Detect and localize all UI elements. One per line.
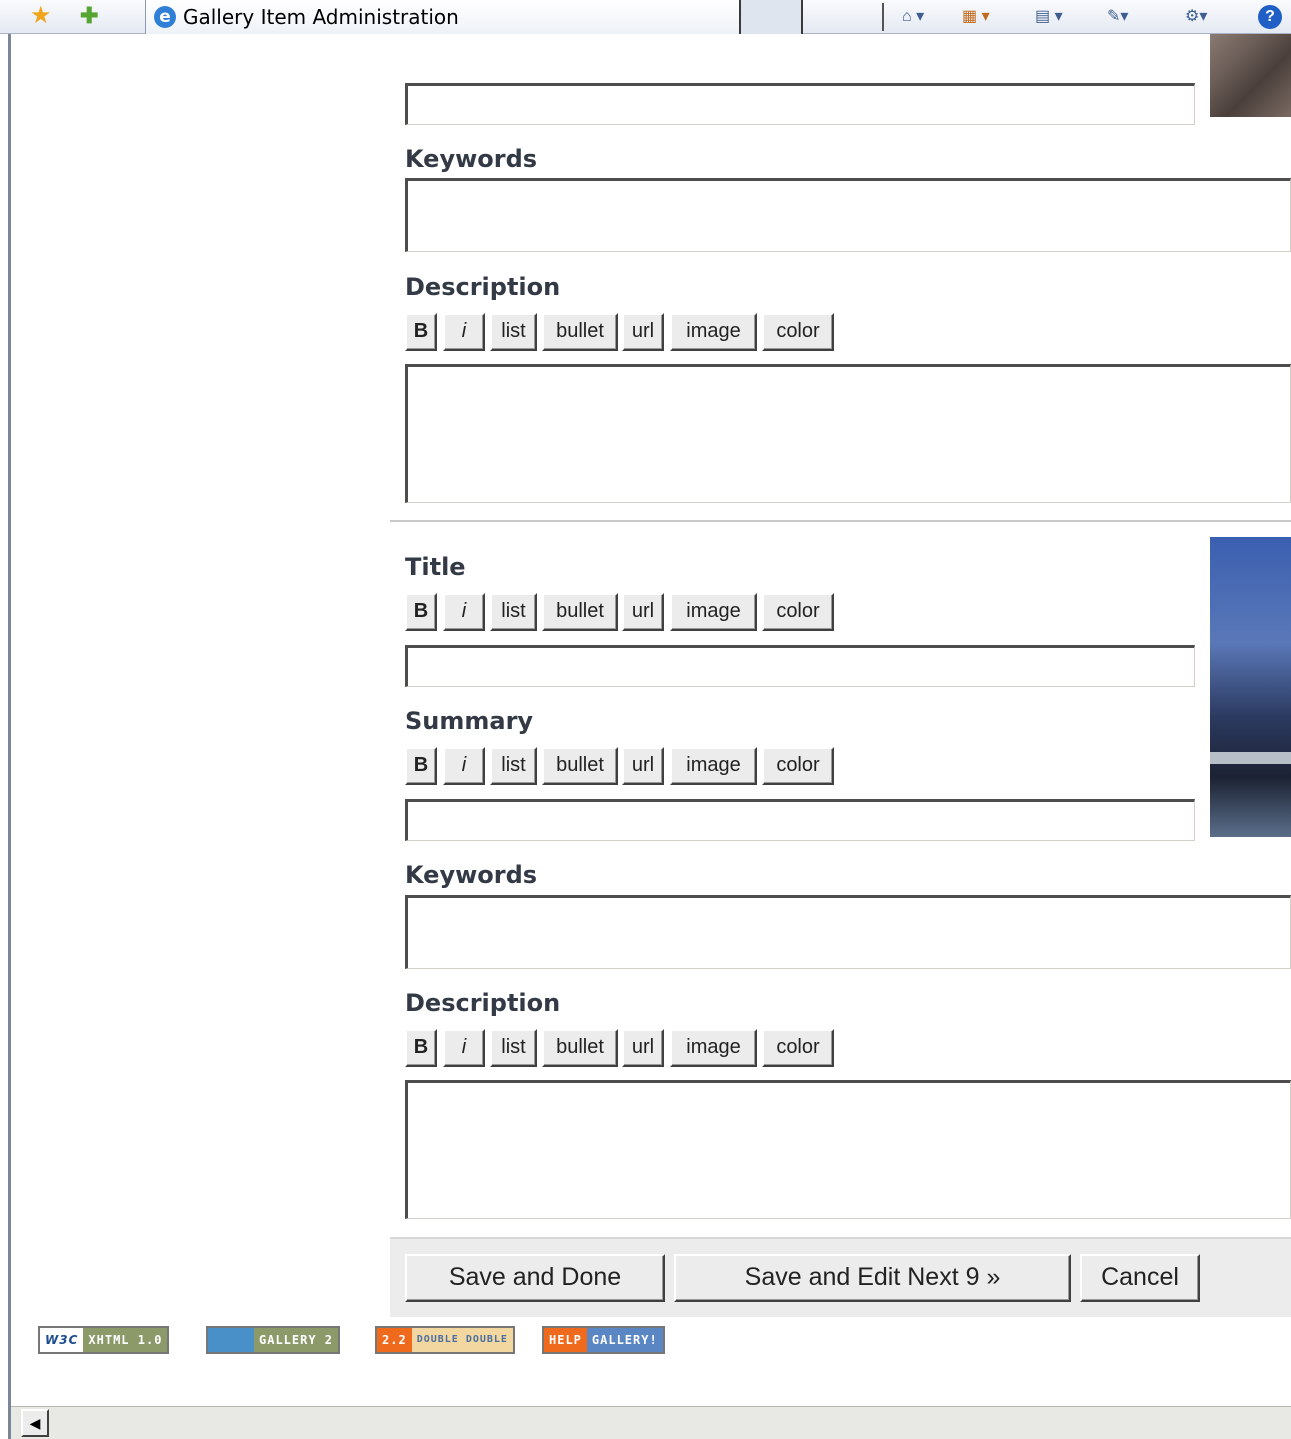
italic-button[interactable]: i [443,747,485,785]
help-gallery-badge[interactable]: HELP GALLERY! [542,1326,665,1354]
title-input[interactable] [405,645,1195,687]
browser-tab[interactable]: e Gallery Item Administration [145,0,741,34]
help-icon[interactable]: ? [1258,5,1282,29]
keywords-textarea[interactable] [405,178,1291,252]
w3c-logo-text: W3C [40,1328,84,1352]
favorites-star-icon[interactable]: ★ [30,2,52,30]
browser-toolbar: ★ ✚ e Gallery Item Administration ⌂ ▾ ▦ … [0,0,1291,34]
cancel-button[interactable]: Cancel [1080,1254,1200,1302]
italic-button[interactable]: i [443,1029,485,1067]
tools-icon[interactable]: ⚙▾ [1185,5,1207,29]
list-button[interactable]: list [490,313,537,351]
xhtml-text: XHTML 1.0 [83,1328,168,1352]
version-text: 2.2 [377,1328,412,1352]
description-textarea[interactable] [405,1080,1291,1219]
image-button[interactable]: image [670,1029,757,1067]
gallery2-badge[interactable]: GALLERY 2 [206,1326,341,1354]
image-button[interactable]: image [670,593,757,631]
url-button[interactable]: url [622,1029,664,1067]
color-button[interactable]: color [762,593,834,631]
description-label: Description [405,273,561,301]
home-icon[interactable]: ⌂ ▾ [902,5,924,29]
item-thumbnail[interactable] [1210,537,1291,837]
bullet-button[interactable]: bullet [542,747,618,785]
description-label: Description [405,989,561,1017]
url-button[interactable]: url [622,747,664,785]
item-separator [390,520,1291,522]
doubledouble-text: DOUBLE DOUBLE [411,1328,513,1352]
list-button[interactable]: list [490,1029,537,1067]
italic-button[interactable]: i [443,313,485,351]
description-textarea[interactable] [405,364,1291,503]
gallery-logo-icon [208,1328,254,1352]
ie-logo-icon: e [154,6,176,28]
color-button[interactable]: color [762,747,834,785]
help-text: HELP [544,1328,587,1352]
color-button[interactable]: color [762,313,834,351]
title-label: Title [405,553,466,581]
doubledouble-badge[interactable]: 2.2 DOUBLE DOUBLE [375,1326,515,1354]
list-button[interactable]: list [490,747,537,785]
color-button[interactable]: color [762,1029,834,1067]
keywords-textarea[interactable] [405,895,1291,969]
bullet-button[interactable]: bullet [542,313,618,351]
bold-button[interactable]: B [405,747,437,785]
scroll-left-arrow-icon[interactable]: ◀ [21,1409,49,1437]
help-gallery-text: GALLERY! [586,1328,663,1352]
summary-input[interactable] [405,83,1195,125]
gallery2-text: GALLERY 2 [254,1328,339,1352]
tab-title: Gallery Item Administration [183,5,459,29]
horizontal-scrollbar[interactable] [11,1406,1291,1439]
image-button[interactable]: image [670,313,757,351]
url-button[interactable]: url [622,593,664,631]
toolbar-separator [882,3,884,31]
new-tab-button[interactable] [741,0,803,34]
italic-button[interactable]: i [443,593,485,631]
bold-button[interactable]: B [405,1029,437,1067]
bold-button[interactable]: B [405,593,437,631]
list-button[interactable]: list [490,593,537,631]
bold-button[interactable]: B [405,313,437,351]
add-favorite-icon[interactable]: ✚ [80,3,98,29]
page-icon[interactable]: ✎▾ [1107,5,1128,29]
print-icon[interactable]: ▤ ▾ [1035,5,1063,29]
save-and-done-button[interactable]: Save and Done [405,1254,665,1302]
summary-label: Summary [405,707,534,735]
bullet-button[interactable]: bullet [542,1029,618,1067]
bullet-button[interactable]: bullet [542,593,618,631]
url-button[interactable]: url [622,313,664,351]
keywords-label: Keywords [405,861,538,889]
item-thumbnail[interactable] [1210,34,1291,117]
w3c-xhtml-badge[interactable]: W3C XHTML 1.0 [38,1326,170,1354]
save-and-edit-next-button[interactable]: Save and Edit Next 9 » [674,1254,1071,1302]
feeds-icon[interactable]: ▦ ▾ [962,5,990,29]
image-button[interactable]: image [670,747,757,785]
summary-input[interactable] [405,799,1195,841]
keywords-label: Keywords [405,145,538,173]
